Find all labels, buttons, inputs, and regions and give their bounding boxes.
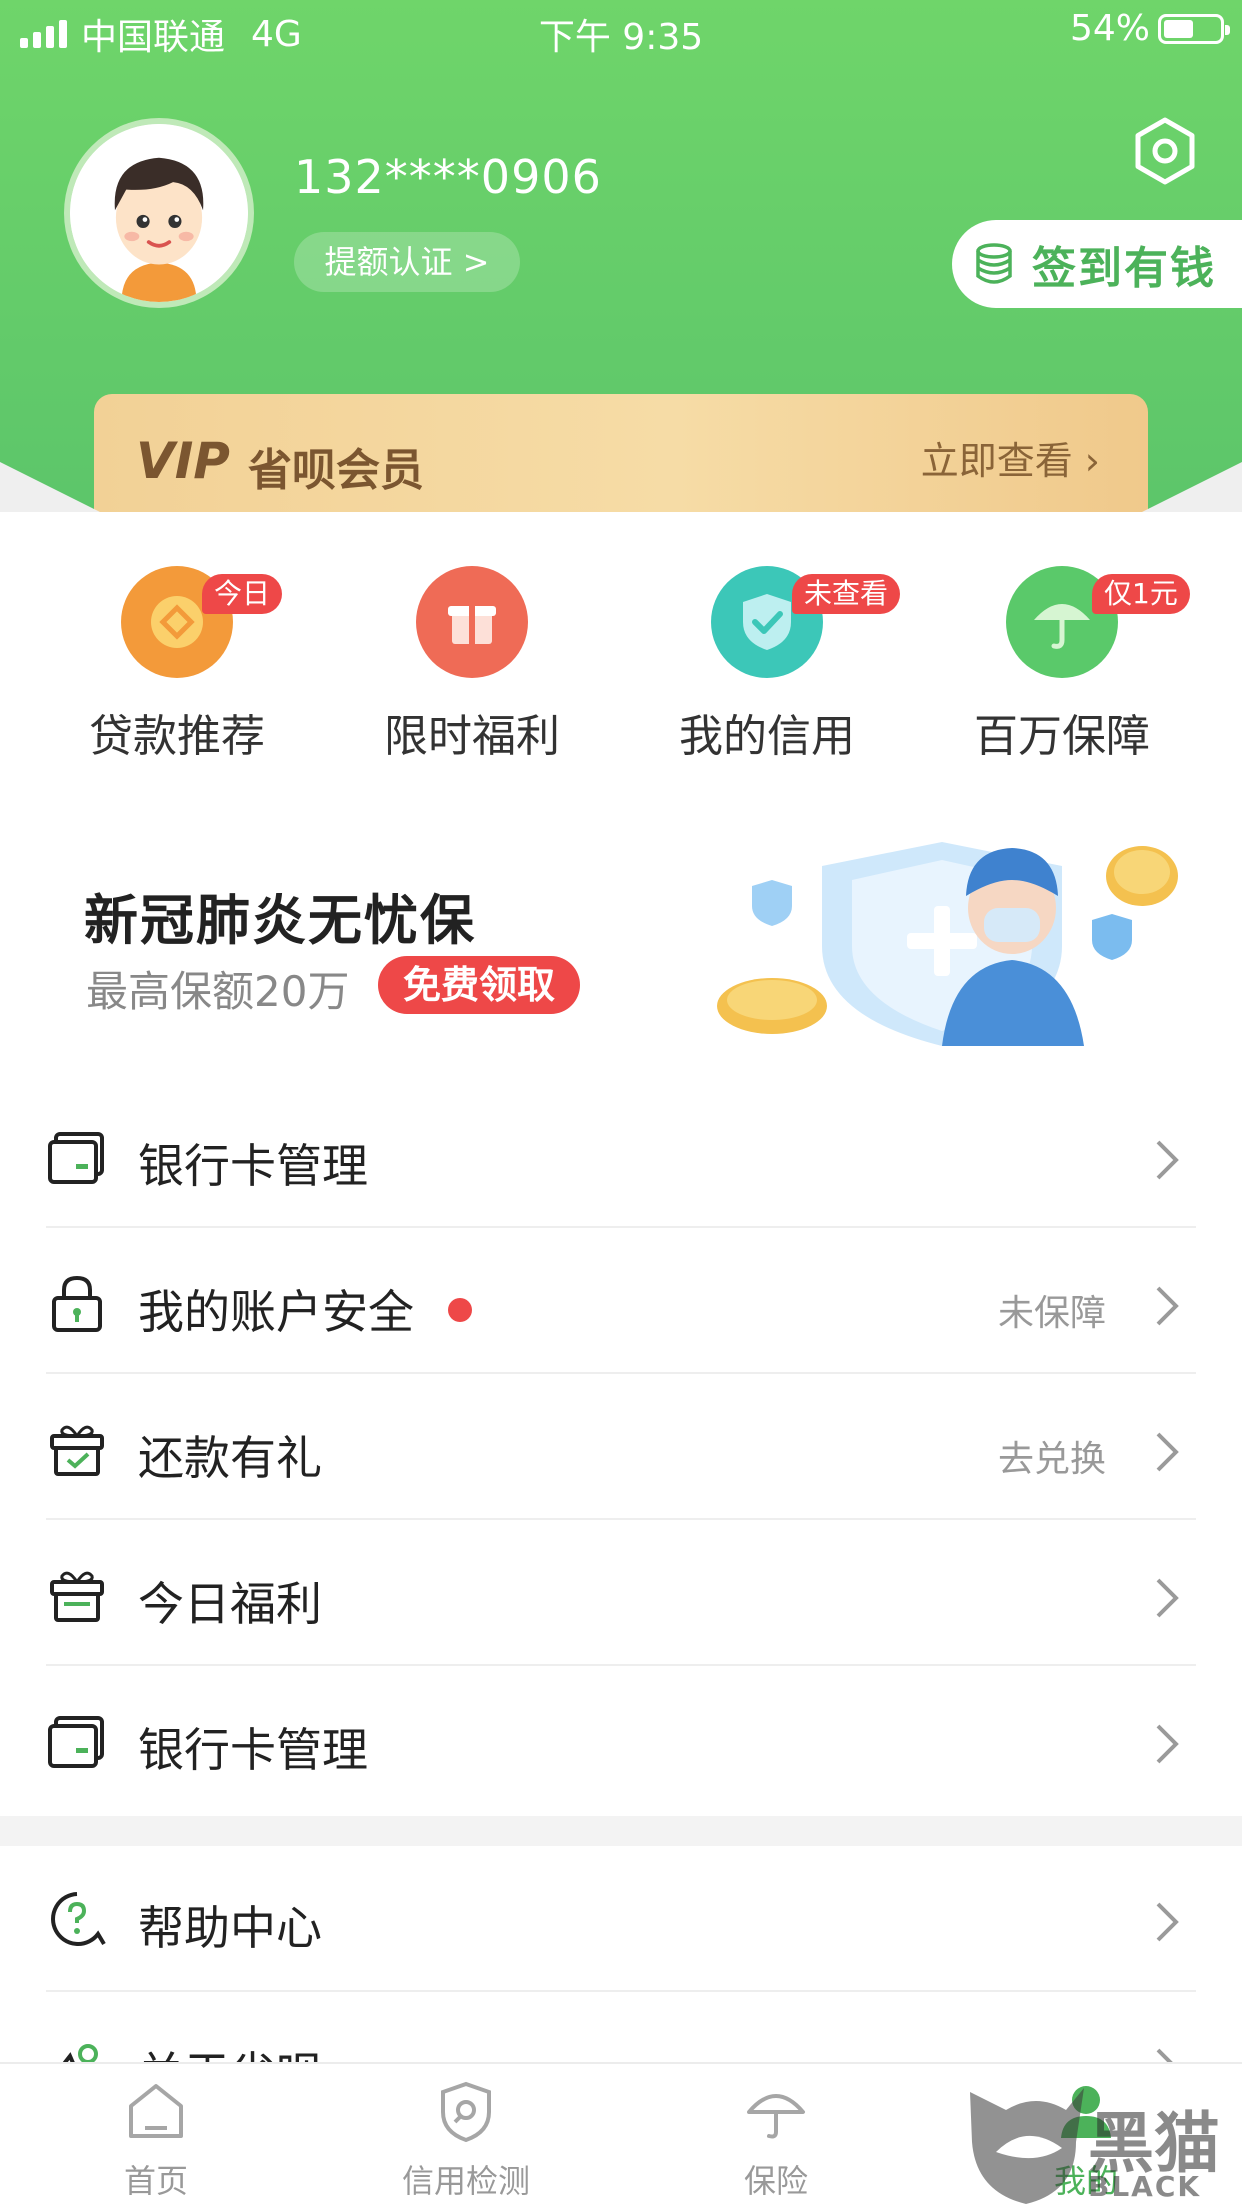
chevron-right-icon: [1156, 1286, 1179, 1326]
quick-link-label: 贷款推荐: [89, 711, 265, 762]
menu-row-daily-welfare[interactable]: 今日福利: [0, 1524, 1242, 1670]
tab-label: 信用检测: [401, 2162, 530, 2200]
badge-unviewed: 未查看: [792, 574, 901, 614]
chevron-right-icon: [1156, 2048, 1173, 2062]
battery: 54%: [1069, 8, 1230, 49]
banner-title: 新冠肺炎无忧保: [84, 889, 476, 952]
insurance-banner-illustration-icon[interactable]: [712, 836, 1192, 1046]
tab-label: 首页: [123, 2162, 188, 2200]
home-icon: [129, 2084, 183, 2138]
chevron-right-icon: [1156, 1578, 1179, 1618]
menu-label: 今日福利: [138, 1577, 322, 1631]
battery-icon: [1158, 13, 1230, 44]
menu-label: 还款有礼: [138, 1431, 322, 1485]
tab-insurance[interactable]: 保险: [676, 2080, 876, 2202]
bank-card-icon: [48, 1132, 104, 1184]
vip-logo: VIP: [136, 432, 230, 490]
badge-today: 今日: [202, 574, 283, 614]
shield-search-icon: [441, 2081, 491, 2143]
cert-button[interactable]: 提额认证 >: [294, 232, 520, 292]
section-gap: [0, 1816, 1242, 1846]
vip-name: 省呗会员: [248, 445, 424, 496]
status-bar: 中国联通 4G 下午 9:35 54%: [0, 0, 1242, 62]
lock-icon: [52, 1275, 102, 1332]
tab-label: 保险: [743, 2162, 808, 2200]
divider: [46, 1226, 1196, 1228]
menu-row-about[interactable]: 关于省呗: [0, 1994, 1242, 2062]
menu-row-repay-gift[interactable]: 还款有礼 去兑换: [0, 1378, 1242, 1524]
avatar[interactable]: [64, 118, 254, 308]
divider: [46, 1518, 1196, 1520]
sign-in-button[interactable]: 签到有钱: [952, 220, 1242, 308]
coin-stack-icon: [976, 243, 1012, 284]
divider: [46, 1664, 1196, 1666]
menu-status: 去兑换: [997, 1439, 1106, 1480]
help-icon: [51, 1892, 106, 1946]
menu-label: 银行卡管理: [138, 1139, 368, 1193]
banner-subtitle: 最高保额20万: [86, 967, 350, 1016]
settings-icon[interactable]: [1130, 116, 1200, 186]
menu-row-help-center[interactable]: 帮助中心: [0, 1848, 1242, 1994]
quick-link-label: 限时福利: [384, 711, 560, 762]
chevron-right-icon: [1156, 1724, 1179, 1764]
bank-card-icon: [48, 1716, 104, 1768]
phone-number: 132****0906: [294, 150, 602, 204]
menu-status: 未保障: [997, 1293, 1106, 1334]
quick-link-label: 百万保障: [974, 711, 1150, 762]
chevron-right-icon: [1156, 1902, 1179, 1942]
status-time: 下午 9:35: [538, 17, 704, 58]
battery-percent: 54%: [1069, 8, 1150, 49]
quick-link-welfare[interactable]: 限时福利: [347, 566, 597, 764]
menu-label: 关于省呗: [138, 2038, 322, 2062]
gift-check-icon: [50, 1425, 104, 1476]
quick-link-label: 我的信用: [679, 711, 855, 762]
alert-dot: [448, 1298, 472, 1322]
tab-credit-check[interactable]: 信用检测: [366, 2080, 566, 2202]
menu-label: 银行卡管理: [138, 1723, 368, 1777]
badge-one-yuan: 仅1元: [1092, 574, 1190, 614]
menu-label: 我的账户安全: [138, 1285, 414, 1339]
vip-card[interactable]: VIP 省呗会员 立即查看 ›: [94, 394, 1148, 512]
about-icon: [62, 2044, 98, 2062]
banner-claim-button[interactable]: 免费领取: [378, 956, 580, 1014]
divider: [46, 1372, 1196, 1374]
divider: [46, 1990, 1196, 1992]
menu-row-bank-card-2[interactable]: 银行卡管理: [0, 1670, 1242, 1816]
menu-row-bank-card[interactable]: 银行卡管理: [0, 1086, 1242, 1232]
vip-view-link[interactable]: 立即查看 ›: [921, 430, 1100, 485]
menu-label: 帮助中心: [138, 1901, 322, 1955]
sign-in-label: 签到有钱: [1032, 243, 1216, 294]
chevron-right-icon: [1156, 1140, 1179, 1180]
watermark-subtext: BLACK CAT: [1088, 2170, 1202, 2208]
chevron-right-icon: [1156, 1432, 1179, 1472]
gift-icon: [50, 1571, 104, 1622]
profile-header: 中国联通 4G 下午 9:35 54% 132****0906 提额认证 > 签…: [0, 0, 1242, 520]
tab-home[interactable]: 首页: [56, 2080, 256, 2202]
cartoon-boy-avatar-icon: [70, 124, 248, 302]
menu-row-account-security[interactable]: 我的账户安全 未保障: [0, 1232, 1242, 1378]
gift-box-icon: [416, 566, 528, 678]
umbrella-icon: [747, 2094, 805, 2139]
